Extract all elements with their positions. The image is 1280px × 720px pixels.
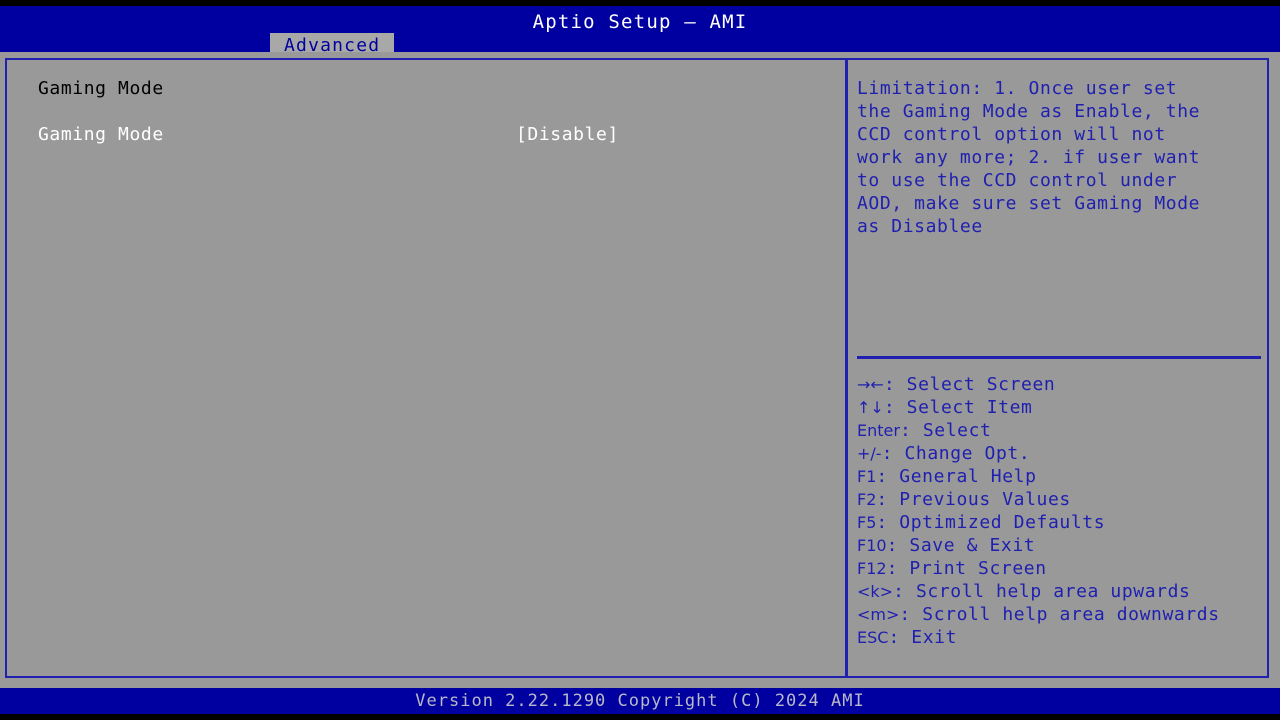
help-text-line: the Gaming Mode as Enable, the [857,101,1201,122]
settings-pane: Gaming Mode Gaming Mode [Disable] [5,58,845,678]
legend-item: F1: General Help [857,465,1267,488]
legend-item: <k>: Scroll help area upwards [857,580,1267,603]
legend-item: F2: Previous Values [857,488,1267,511]
setting-label: Gaming Mode [38,124,164,145]
bios-setup-screen: Aptio Setup – AMI Advanced Gaming Mode G… [0,0,1280,720]
help-text: Limitation: 1. Once user set the Gaming M… [857,77,1267,238]
legend-key: F12 [857,559,887,578]
page-title: Aptio Setup – AMI [532,11,748,33]
body-area: Gaming Mode Gaming Mode [Disable] Limitat… [0,52,1280,688]
setting-value[interactable]: [Disable] [516,124,619,145]
legend-key: F10 [857,536,887,555]
legend-item: →←: Select Screen [857,373,1267,396]
legend-action: : Save & Exit [886,535,1036,556]
legend-action: : Scroll help area downwards [899,604,1220,625]
legend-action: : Print Screen [886,558,1047,579]
section-title: Gaming Mode [38,78,164,99]
legend-key: F1 [857,467,877,486]
panel-vertical-divider [845,58,848,678]
setting-row[interactable]: Gaming Mode [Disable] [5,124,845,148]
legend-action: : Optimized Defaults [876,512,1106,533]
legend-key: F5 [857,513,877,532]
legend-item: F12: Print Screen [857,557,1267,580]
key-legend: →←: Select Screen ↑↓: Select Item Enter: S… [857,373,1267,649]
header-bar: Aptio Setup – AMI Advanced [0,6,1280,58]
legend-action: : Change Opt. [881,443,1031,464]
legend-action: : Previous Values [876,489,1071,510]
legend-action: : Exit [888,627,958,648]
legend-key: Enter [857,421,900,440]
legend-item: +/-: Change Opt. [857,442,1267,465]
help-text-line: as Disablee [857,216,983,237]
help-pane: Limitation: 1. Once user set the Gaming M… [850,58,1269,678]
help-text-line: to use the CCD control under [857,170,1178,191]
legend-action: : Select Item [883,397,1033,418]
legend-key: ESC [857,628,889,647]
legend-key: F2 [857,490,877,509]
help-text-line: work any more; 2. if user want [857,147,1201,168]
legend-key: <k> [857,582,894,601]
legend-action: : Select [899,420,992,441]
legend-item: ↑↓: Select Item [857,396,1267,419]
legend-key: +/- [857,444,882,463]
legend-key: →← [857,375,884,394]
help-text-line: CCD control option will not [857,124,1166,145]
legend-item: <m>: Scroll help area downwards [857,603,1267,626]
legend-action: : Scroll help area upwards [893,581,1191,602]
legend-item: F5: Optimized Defaults [857,511,1267,534]
version-text: Version 2.22.1290 Copyright (C) 2024 AMI [415,691,865,711]
legend-item: F10: Save & Exit [857,534,1267,557]
help-text-line: AOD, make sure set Gaming Mode [857,193,1201,214]
legend-action: : Select Screen [883,374,1056,395]
legend-item: Enter: Select [857,419,1267,442]
help-text-line: Limitation: 1. Once user set [857,78,1178,99]
footer-bar: Version 2.22.1290 Copyright (C) 2024 AMI [0,688,1280,714]
legend-action: : General Help [876,466,1037,487]
legend-key: <m> [857,605,900,624]
legend-key: ↑↓ [857,398,884,417]
help-divider [857,356,1261,359]
legend-item: ESC: Exit [857,626,1267,649]
